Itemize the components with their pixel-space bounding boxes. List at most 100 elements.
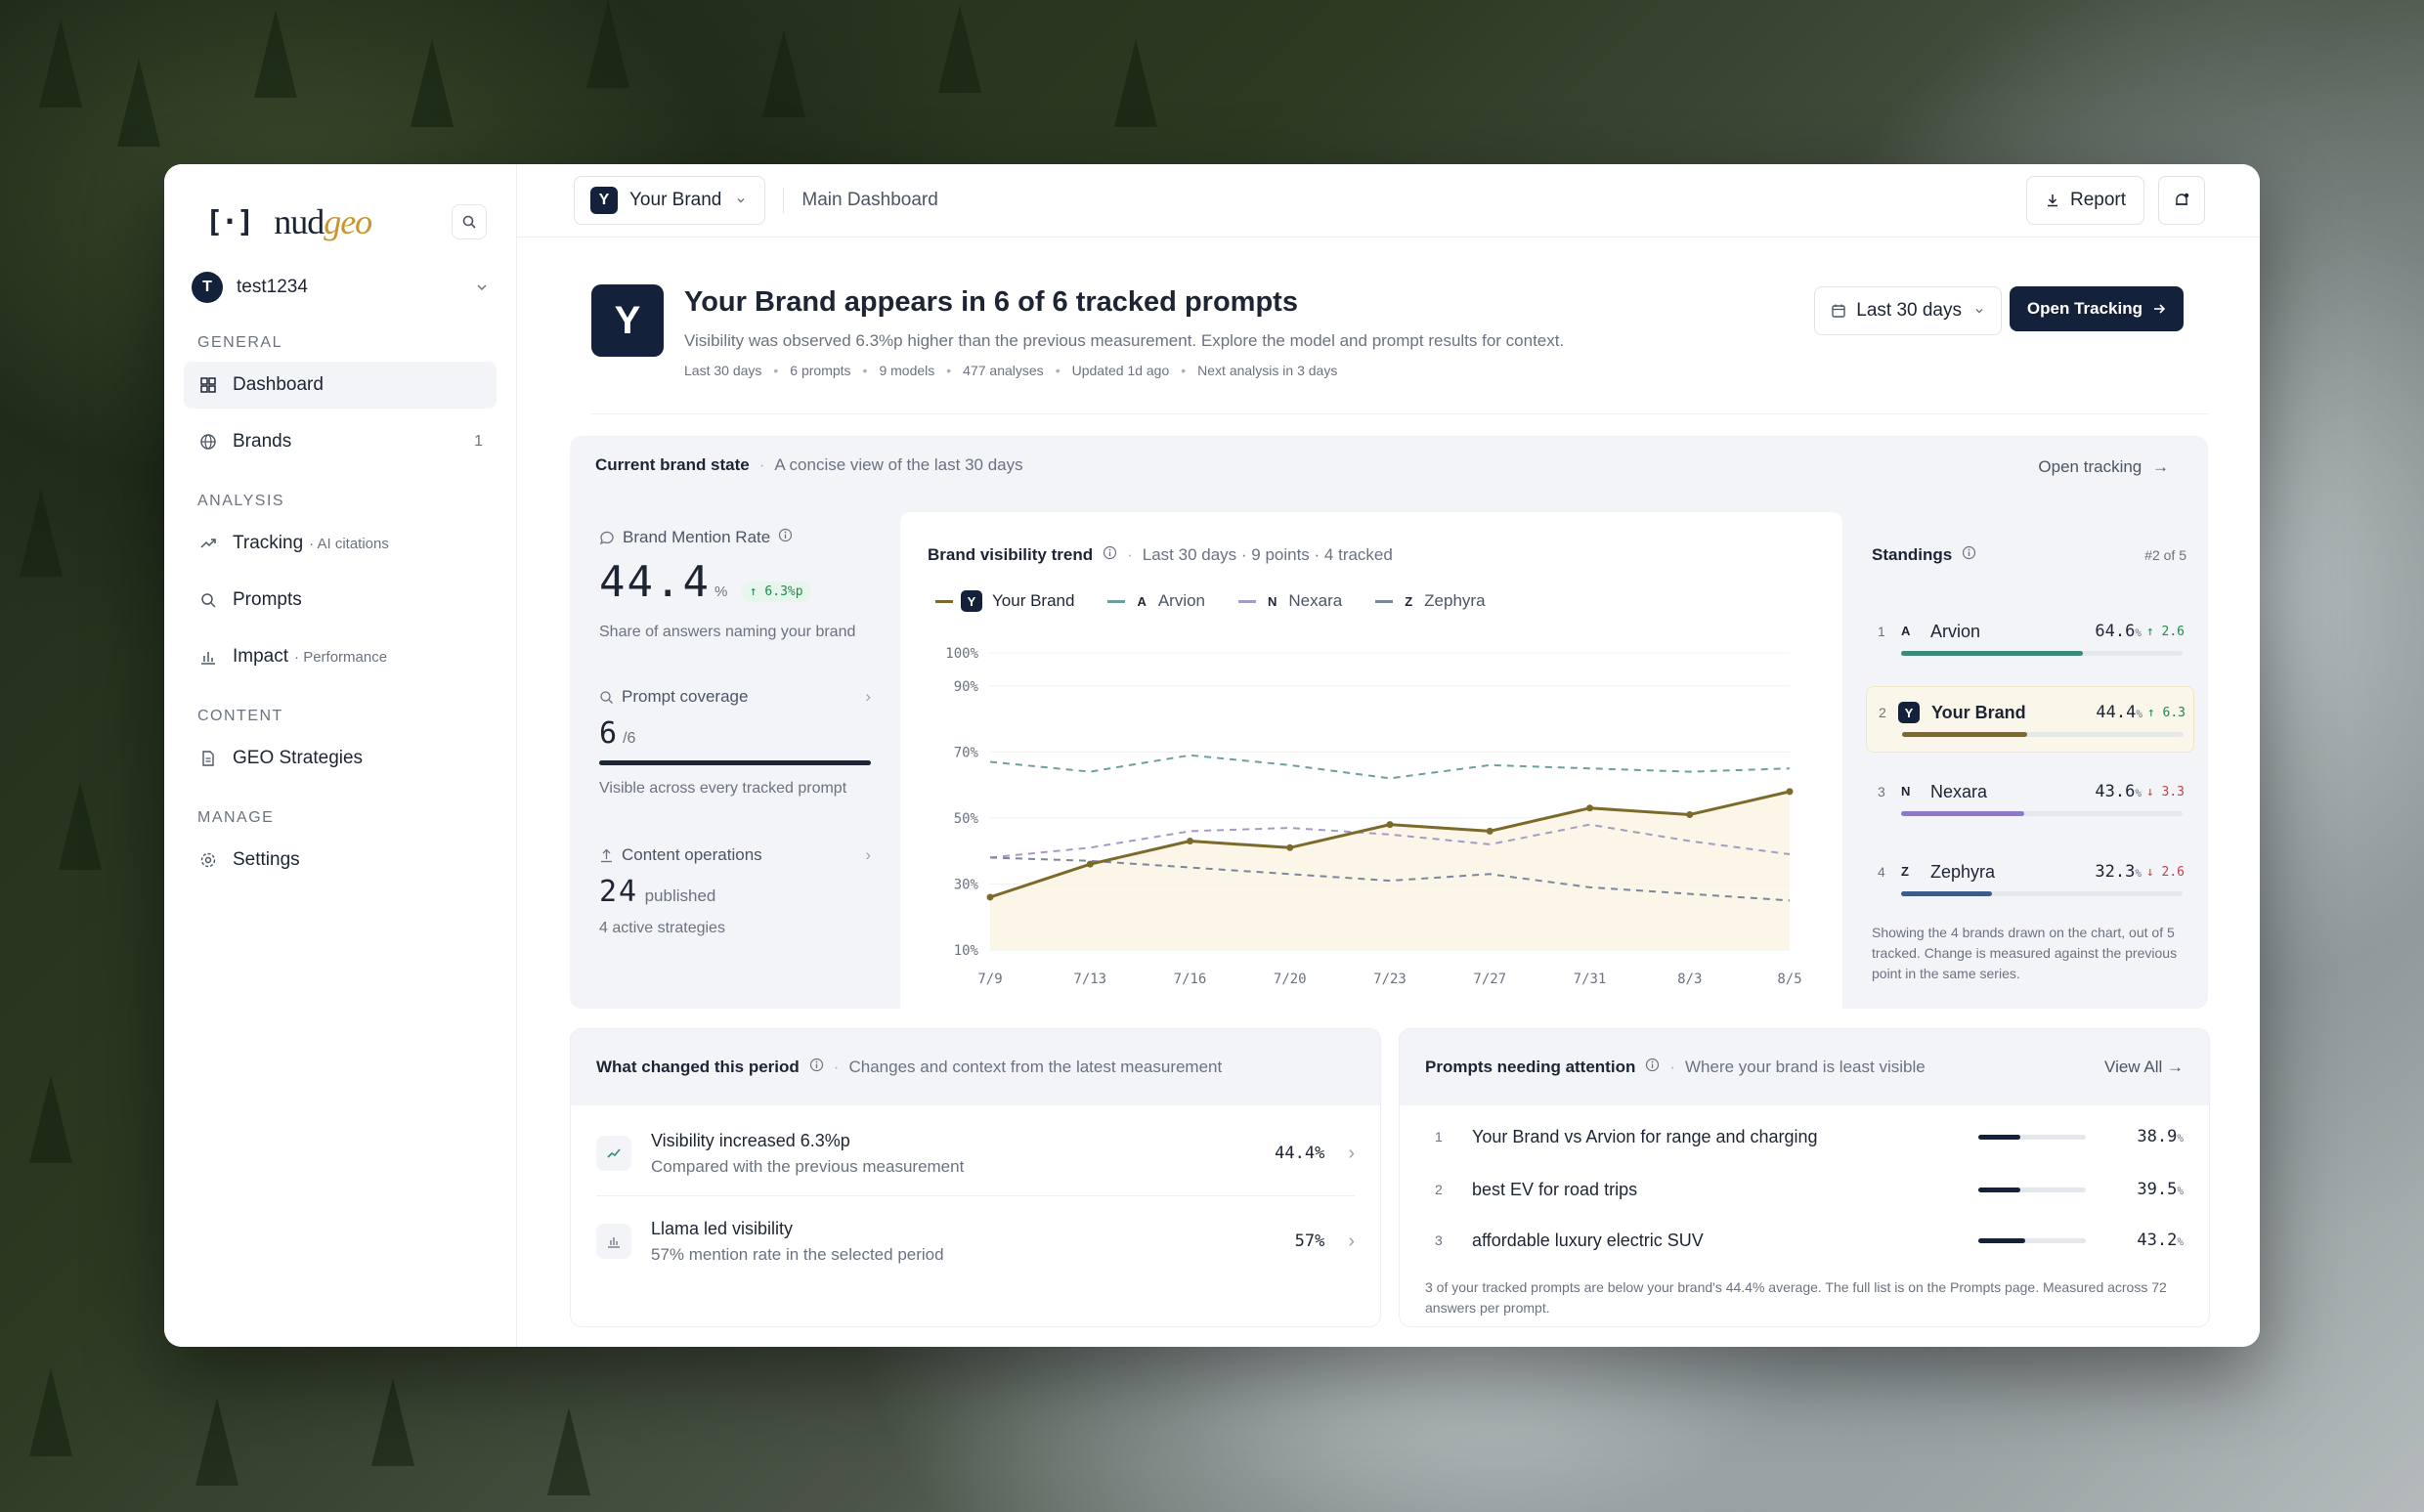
- visibility-trend-chart: 100% 90% 70% 50% 30% 10% 7/9 7/13 7/16 7/20 7/23 7/…: [945, 646, 1801, 987]
- kpi-sub: Visible across every tracked prompt: [599, 780, 847, 797]
- document-icon: [197, 748, 219, 769]
- prompt-value-number: 39.5: [2137, 1180, 2178, 1199]
- change-value: 57%: [1294, 1231, 1325, 1251]
- info-icon: [1962, 545, 1976, 565]
- standings-rank-number: 3: [1878, 784, 1885, 799]
- y-tick-label: 70%: [954, 745, 979, 760]
- view-all-link[interactable]: View All →: [2104, 1058, 2184, 1077]
- section-label-content: CONTENT: [197, 708, 283, 724]
- content-unit: published: [644, 886, 716, 905]
- coverage-denom: /6: [623, 730, 636, 747]
- meta-item: 9 models: [879, 363, 935, 378]
- standings-row[interactable]: 1 A Arvion 64.6% ↑ 2.6: [1866, 606, 2192, 670]
- x-tick-label: 7/13: [1073, 972, 1106, 987]
- x-tick-label: 7/31: [1574, 972, 1607, 987]
- section-label-analysis: ANALYSIS: [197, 493, 285, 509]
- sidebar-item-dashboard[interactable]: Dashboard: [184, 362, 497, 409]
- data-point-your-brand: [1286, 843, 1294, 851]
- kpi-value-row: 6/6: [599, 716, 871, 751]
- x-tick-label: 8/5: [1777, 972, 1801, 987]
- prompt-value: 43.2%: [2137, 1231, 2184, 1250]
- prompt-row[interactable]: 1 Your Brand vs Arvion for range and cha…: [1425, 1111, 2184, 1162]
- date-range-label: Last 30 days: [1856, 300, 1962, 321]
- prompt-coverage-kpi[interactable]: Prompt coverage › 6/6 Visible across eve…: [599, 687, 871, 800]
- standings-bar-fill: [1901, 811, 2024, 816]
- brand-selector[interactable]: Y Your Brand: [574, 176, 766, 225]
- kpi-label-text: Brand Mention Rate: [623, 528, 771, 546]
- open-tracking-link-label: Open tracking: [2038, 457, 2143, 476]
- standings-letter: Y: [1898, 702, 1920, 723]
- content-operations-kpi[interactable]: Content operations › 24 published 4 acti…: [599, 845, 871, 940]
- data-point-your-brand: [1786, 788, 1794, 796]
- open-tracking-link[interactable]: Open tracking →: [2038, 457, 2169, 477]
- sidebar-item-geo-strategies[interactable]: GEO Strategies: [184, 735, 497, 782]
- change-value: 44.4%: [1275, 1144, 1325, 1163]
- kpi-label: Prompt coverage ›: [599, 687, 871, 707]
- change-row[interactable]: Visibility increased 6.3%p Compared with…: [596, 1111, 1355, 1196]
- series-area-your-brand: [990, 791, 1790, 950]
- x-tick-label: 7/16: [1174, 972, 1207, 987]
- workspace-switcher[interactable]: T test1234: [192, 268, 489, 307]
- prompts-note: 3 of your tracked prompts are below your…: [1425, 1279, 2167, 1316]
- arrow-right-icon: →: [2167, 1058, 2184, 1076]
- standings-change: ↑ 6.3: [2146, 706, 2186, 720]
- standings-rank: #2 of 5: [2144, 547, 2186, 563]
- kpi-column: Brand Mention Rate 44.4% ↑ 6.3%p Share o…: [599, 528, 871, 940]
- data-point-your-brand: [1486, 827, 1493, 835]
- sidebar-item-prompts[interactable]: Prompts: [184, 577, 497, 624]
- standings-value: 44.4%: [2096, 703, 2143, 722]
- standings-value-number: 32.3: [2095, 862, 2136, 882]
- standings-value-number: 64.6: [2095, 622, 2136, 641]
- prompt-row[interactable]: 2 best EV for road trips 39.5%: [1425, 1164, 2184, 1215]
- standings-rank-number: 2: [1879, 705, 1886, 720]
- sidebar-item-impact[interactable]: Impact · Performance: [184, 633, 497, 680]
- standings-row[interactable]: 4 Z Zephyra 32.3% ↓ 2.6: [1866, 846, 2192, 911]
- bell-icon: [2176, 193, 2189, 205]
- standings-value: 32.3%: [2095, 862, 2142, 882]
- change-row[interactable]: Llama led visibility 57% mention rate in…: [596, 1199, 1355, 1283]
- breadcrumb[interactable]: Main Dashboard: [801, 190, 937, 211]
- standings-value-number: 43.6: [2095, 782, 2136, 801]
- gear-icon: [197, 849, 219, 871]
- panel-title: Current brand state: [595, 455, 750, 474]
- chevron-right-icon: ›: [1348, 1142, 1355, 1164]
- sidebar-item-settings[interactable]: Settings: [184, 837, 497, 884]
- prompt-bar: [1978, 1237, 2086, 1243]
- report-button[interactable]: Report: [2025, 176, 2144, 225]
- data-point-your-brand: [1586, 804, 1593, 812]
- sidebar-search-button[interactable]: [452, 204, 487, 239]
- date-range-select[interactable]: Last 30 days: [1814, 286, 2002, 335]
- prompt-bar: [1978, 1134, 2086, 1140]
- chat-bubble-icon: [599, 530, 615, 545]
- standings-row-your-brand[interactable]: 2 Y Your Brand 44.4% ↑ 6.3: [1866, 686, 2194, 753]
- standings-header: Standings #2 of 5: [1872, 545, 2186, 565]
- y-tick-label: 100%: [945, 646, 978, 662]
- card-title: Prompts needing attention: [1425, 1058, 1636, 1076]
- panel-header: Current brand state · A concise view of …: [595, 455, 1023, 474]
- prompt-row[interactable]: 3 affordable luxury electric SUV 43.2%: [1425, 1215, 2184, 1266]
- logo-text: nudgeo: [274, 201, 372, 242]
- workspace-name: test1234: [237, 277, 308, 297]
- search-icon: [462, 215, 476, 229]
- y-tick-label: 30%: [954, 877, 979, 892]
- download-icon: [2047, 194, 2057, 207]
- standings-value: 64.6%: [2095, 622, 2142, 641]
- sidebar-item-tracking[interactable]: Tracking · AI citations: [184, 520, 497, 567]
- calendar-icon: [1832, 304, 1845, 318]
- mention-rate-unit: %: [714, 583, 728, 600]
- open-tracking-label: Open Tracking: [2026, 299, 2143, 318]
- prompt-rank: 1: [1435, 1129, 1443, 1145]
- sidebar-item-brands[interactable]: Brands 1: [184, 418, 497, 465]
- section-label-general: GENERAL: [197, 334, 282, 351]
- prompt-rank: 2: [1435, 1182, 1443, 1197]
- standings-row[interactable]: 3 N Nexara 43.6% ↓ 3.3: [1866, 766, 2192, 831]
- open-tracking-button[interactable]: Open Tracking: [2009, 286, 2184, 331]
- notifications-button[interactable]: [2158, 176, 2205, 225]
- chevron-right-icon: ›: [865, 845, 871, 864]
- y-tick-label: 10%: [954, 943, 979, 959]
- sidebar-item-label: Tracking: [233, 533, 304, 553]
- prompt-text: affordable luxury electric SUV: [1472, 1230, 1704, 1250]
- prompt-rank: 3: [1435, 1232, 1443, 1248]
- standings-name: Arvion: [1930, 622, 1981, 641]
- change-text: Visibility increased 6.3%p Compared with…: [651, 1131, 964, 1177]
